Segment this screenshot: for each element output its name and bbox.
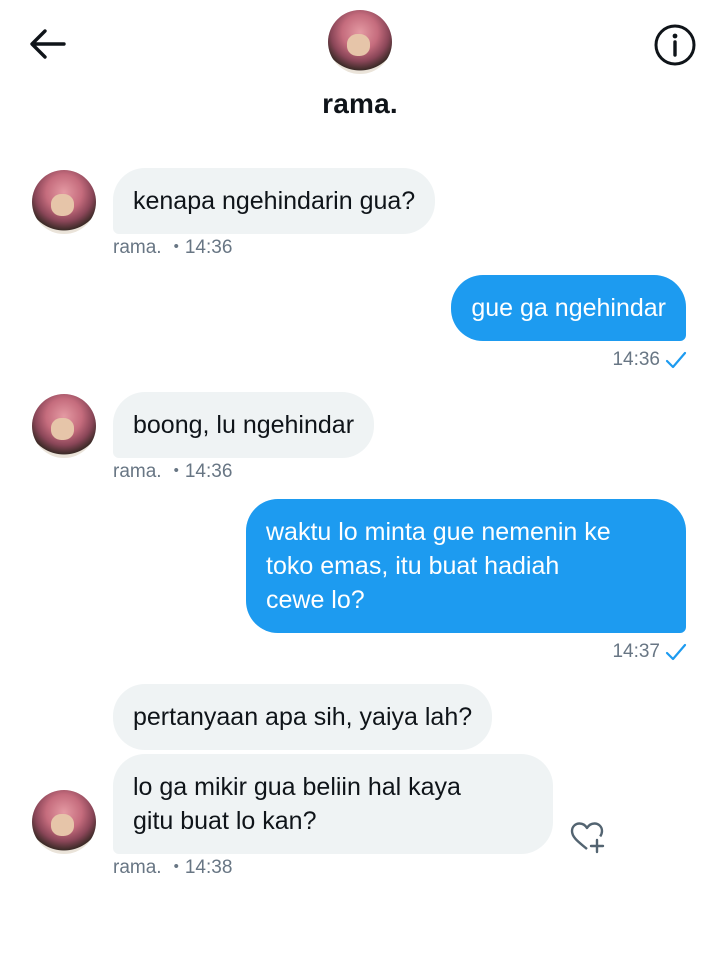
message-meta: 14:37 [612,641,688,663]
checkmark-icon [665,643,687,661]
message-bubble-incoming[interactable]: pertanyaan apa sih, yaiya lah? [113,684,493,750]
message-meta: 14:36 [612,349,688,371]
checkmark-icon [665,351,687,369]
meta-separator: • [173,238,179,255]
contact-avatar[interactable] [328,10,392,74]
message-meta: rama. • 14:36 [113,237,232,259]
message-time: 14:38 [184,857,233,878]
back-button[interactable] [26,22,70,66]
heart-plus-icon [570,822,605,854]
sender-avatar[interactable] [32,790,96,854]
message-meta: rama. • 14:38 [113,857,232,879]
sender-name: rama. [113,237,162,258]
message-time: 14:36 [612,349,660,371]
meta-separator: • [173,462,179,479]
sender-name: rama. [113,857,162,878]
info-icon [654,24,696,66]
conversation-header: rama. [0,0,720,140]
message-time: 14:36 [184,461,233,482]
sender-avatar[interactable] [32,394,96,458]
message-bubble-outgoing[interactable]: waktu lo minta gue nemenin ke toko emas,… [246,499,686,633]
message-bubble-incoming[interactable]: lo ga mikir gua beliin hal kaya gitu bua… [113,754,553,854]
message-bubble-incoming[interactable]: boong, lu ngehindar [113,392,375,458]
arrow-left-icon [30,29,66,59]
message-meta: rama. • 14:36 [113,461,232,483]
message-bubble-outgoing[interactable]: gue ga ngehindar [451,275,686,341]
message-time: 14:37 [612,641,660,663]
contact-name[interactable]: rama. [0,88,720,120]
info-button[interactable] [652,22,698,68]
sender-avatar[interactable] [32,170,96,234]
sender-name: rama. [113,461,162,482]
message-bubble-incoming[interactable]: kenapa ngehindarin gua? [113,168,436,234]
react-button[interactable] [568,818,608,858]
message-time: 14:36 [184,237,233,258]
meta-separator: • [173,858,179,875]
